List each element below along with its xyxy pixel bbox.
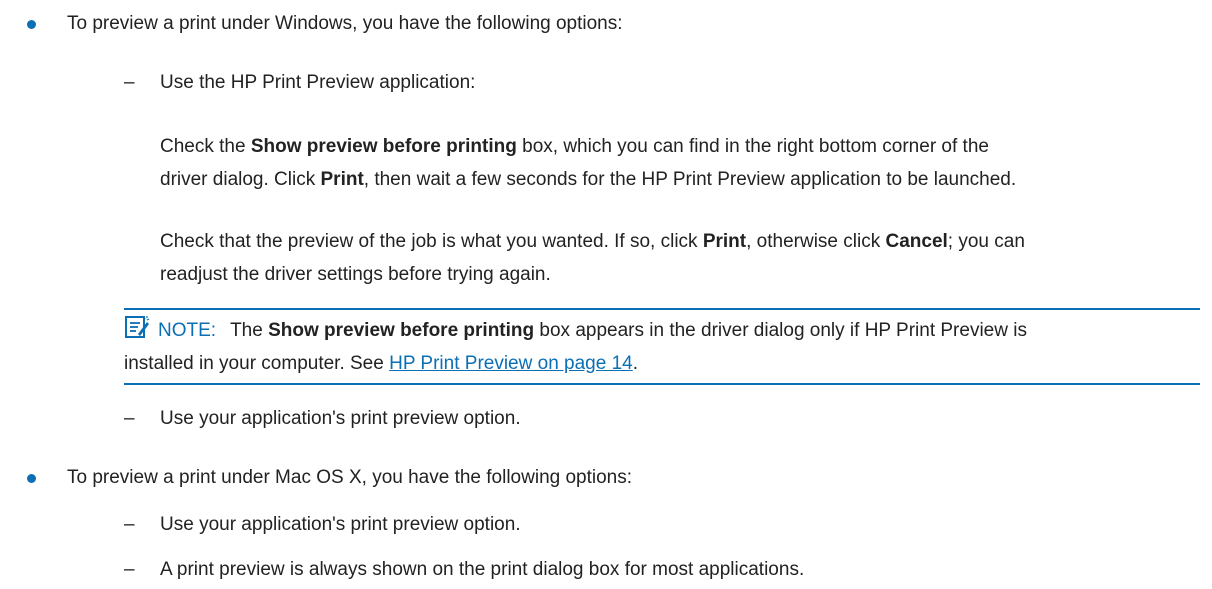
windows-intro: To preview a print under Windows, you ha… xyxy=(67,13,623,34)
print-term: Print xyxy=(320,169,364,190)
note-bottom-rule xyxy=(124,383,1200,385)
show-preview-term: Show preview before printing xyxy=(268,320,535,341)
always-shown-item: A print preview is always shown on the p… xyxy=(160,559,805,580)
print-term: Print xyxy=(702,231,747,252)
note-icon xyxy=(124,314,154,344)
paragraph-check-preview-line2: readjust the driver settings before tryi… xyxy=(160,264,551,285)
note-line1: NOTE: The Show preview before printing bo… xyxy=(158,320,1027,341)
note-line2: installed in your computer. See HP Print… xyxy=(124,353,638,374)
dash-marker: – xyxy=(124,514,135,535)
paragraph-show-preview: Check the Show preview before printing b… xyxy=(160,136,989,157)
bullet-marker xyxy=(27,474,36,483)
show-preview-term: Show preview before printing xyxy=(250,136,517,157)
mac-intro: To preview a print under Mac OS X, you h… xyxy=(67,467,633,488)
dash-marker: – xyxy=(124,72,135,93)
app-option-mac-item: Use your application's print preview opt… xyxy=(160,514,521,535)
cancel-term: Cancel xyxy=(885,231,948,252)
dash-marker: – xyxy=(124,408,135,429)
paragraph-show-preview-line2: driver dialog. Click Print, then wait a … xyxy=(160,169,1017,190)
hp-preview-app-item: Use the HP Print Preview application: xyxy=(160,72,476,93)
dash-marker: – xyxy=(124,559,135,580)
app-option-windows-item: Use your application's print preview opt… xyxy=(160,408,521,429)
note-top-rule xyxy=(124,308,1200,310)
bullet-marker xyxy=(27,20,36,29)
hp-print-preview-link[interactable]: HP Print Preview on page 14 xyxy=(389,353,633,374)
paragraph-check-preview: Check that the preview of the job is wha… xyxy=(160,231,1025,252)
note-label: NOTE: xyxy=(158,320,217,341)
